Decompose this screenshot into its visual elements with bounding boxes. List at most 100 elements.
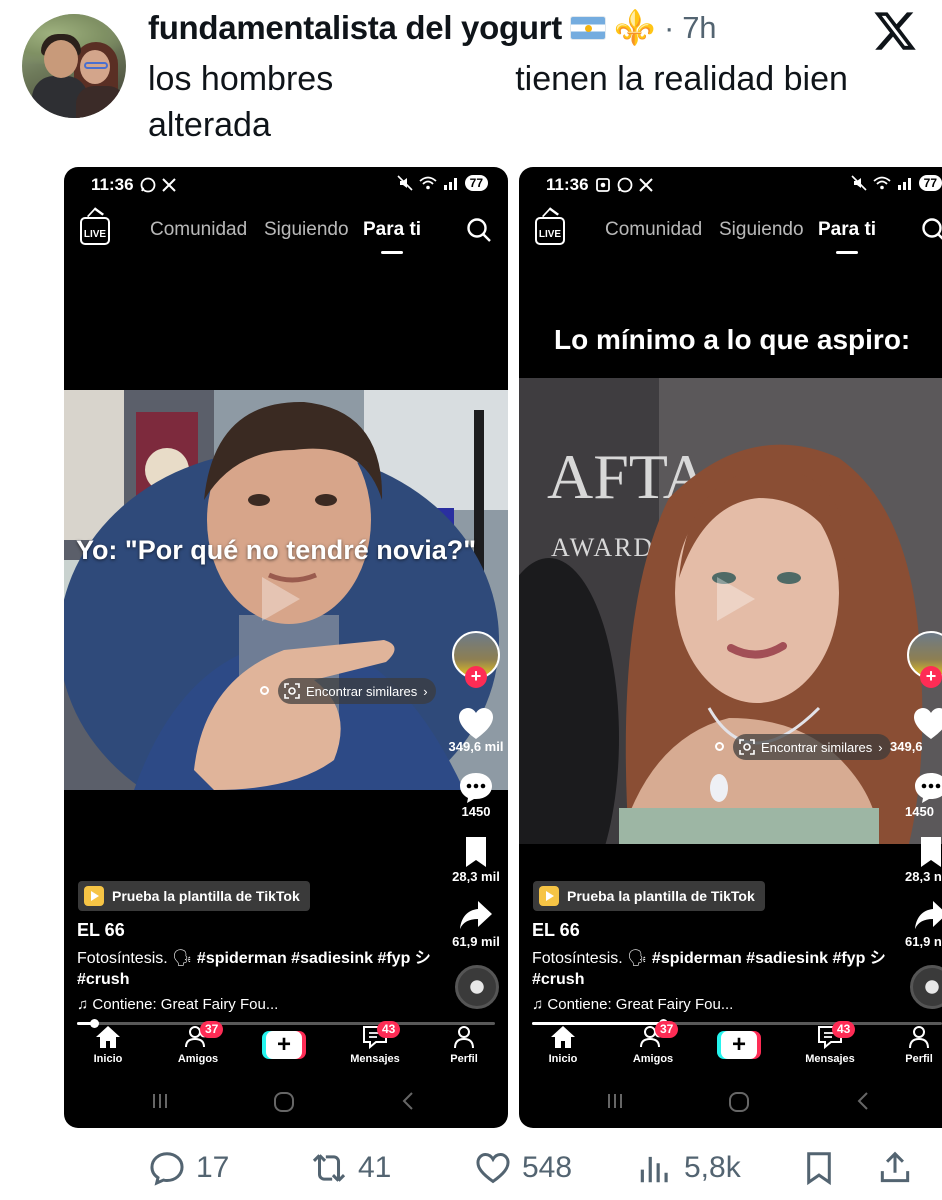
search-icon[interactable] — [921, 217, 942, 243]
reply-button[interactable]: 17 — [148, 1142, 229, 1194]
nav-messages[interactable]: Mensajes 43 — [335, 1021, 415, 1065]
video-caption-text: Yo: "Por qué no tendré novia?" — [75, 535, 477, 565]
find-similar-label: Encontrar similares — [761, 739, 873, 755]
tiktok-screenshot-right[interactable]: 11:36 77 LIVE Comunidad Siguiendo Para t… — [519, 167, 942, 1128]
music-info[interactable]: ♫ Contiene: Great Fairy Fou... — [532, 996, 733, 1013]
analytics-icon — [640, 1156, 668, 1183]
video-author[interactable]: EL 66 — [532, 920, 580, 941]
video-description: Fotosíntesis. 🗣 #spiderman #sadiesink #f… — [532, 948, 892, 990]
tab-siguiendo[interactable]: Siguiendo — [264, 219, 349, 241]
bookmark-button[interactable] — [800, 1142, 838, 1194]
nav-home[interactable]: Inicio — [68, 1025, 148, 1065]
plus-icon: + — [266, 1031, 302, 1059]
nav-home-label: Inicio — [548, 1053, 578, 1065]
create-button[interactable]: + — [717, 1031, 761, 1059]
tab-comunidad[interactable]: Comunidad — [150, 219, 247, 241]
play-icon[interactable] — [717, 577, 755, 621]
home-circle-icon[interactable] — [273, 1091, 295, 1113]
status-bar: 11:36 77 — [519, 167, 942, 201]
live-icon[interactable]: LIVE — [80, 217, 110, 245]
tiktok-screenshot-left[interactable]: 11:36 77 LIVE Comunidad Siguiendo Para t… — [64, 167, 508, 1128]
music-info[interactable]: ♫ Contiene: Great Fairy Fou... — [77, 996, 278, 1013]
nav-messages[interactable]: Mensajes 43 — [790, 1021, 870, 1065]
status-time: 11:36 — [546, 175, 589, 194]
home-circle-icon[interactable] — [728, 1091, 750, 1113]
saves-count: 28,3 mil — [452, 869, 500, 884]
tweet-text: los hombres tienen la realidad bien alter… — [148, 56, 908, 148]
x-logo-icon[interactable] — [872, 8, 918, 54]
avatar-glasses — [84, 62, 108, 69]
find-similar-label: Encontrar similares — [306, 683, 418, 699]
comments-count: 1450 — [905, 804, 934, 819]
template-icon — [84, 886, 104, 906]
views-button[interactable]: 5,8k — [636, 1142, 741, 1194]
share-icon[interactable] — [913, 899, 942, 933]
share-icon[interactable] — [458, 899, 494, 933]
whatsapp-icon — [617, 177, 632, 193]
battery-indicator: 77 — [918, 175, 942, 191]
comment-icon[interactable] — [458, 771, 494, 805]
system-navigation-bar — [64, 1087, 508, 1117]
comment-icon[interactable] — [913, 771, 942, 805]
find-similar-button[interactable]: Encontrar similares › — [278, 678, 436, 704]
template-button[interactable]: Prueba la plantilla de TikTok — [78, 881, 310, 911]
heart-icon[interactable] — [458, 707, 494, 741]
video-author[interactable]: EL 66 — [77, 920, 125, 941]
heart-icon[interactable] — [913, 707, 942, 741]
mute-icon — [851, 175, 867, 191]
home-icon — [551, 1026, 575, 1048]
bottom-navigation: Inicio Amigos 37 + Mensajes 43 Perfil — [519, 1021, 942, 1075]
nav-friends-label: Amigos — [177, 1053, 219, 1065]
tab-para-ti[interactable]: Para ti — [818, 219, 876, 254]
back-icon[interactable] — [855, 1091, 871, 1111]
messages-badge: 43 — [832, 1021, 856, 1038]
follow-plus-icon[interactable]: + — [920, 666, 942, 688]
recent-apps-icon[interactable] — [150, 1091, 170, 1111]
create-button[interactable]: + — [262, 1031, 306, 1059]
description-text: Fotosíntesis. 🗣 — [532, 950, 648, 967]
tab-para-ti[interactable]: Para ti — [363, 219, 421, 254]
bookmark-icon[interactable] — [458, 835, 494, 869]
music-disc-icon[interactable] — [455, 965, 499, 1009]
user-avatar[interactable] — [22, 14, 126, 118]
bottom-navigation: Inicio Amigos 37 + Mensajes 43 Perfil — [64, 1021, 508, 1075]
friends-badge: 37 — [200, 1021, 224, 1038]
like-button[interactable]: 548 — [474, 1142, 572, 1194]
retweet-count: 41 — [358, 1151, 392, 1184]
avatar-person-body — [76, 86, 126, 118]
nav-profile[interactable]: Perfil — [879, 1025, 942, 1065]
follow-plus-icon[interactable]: + — [465, 666, 487, 688]
description-text: Fotosíntesis. 🗣 — [77, 950, 193, 967]
indicator-dot — [260, 686, 269, 695]
template-button[interactable]: Prueba la plantilla de TikTok — [533, 881, 765, 911]
retweet-button[interactable]: 41 — [310, 1142, 391, 1194]
like-count: 548 — [522, 1151, 573, 1184]
shares-count: 61,9 mil — [452, 934, 500, 949]
tab-comunidad[interactable]: Comunidad — [605, 219, 702, 241]
nav-profile-label: Perfil — [905, 1053, 933, 1065]
tweet-timestamp[interactable]: · 7h — [664, 10, 717, 46]
nav-friends[interactable]: Amigos 37 — [158, 1021, 238, 1065]
search-icon[interactable] — [466, 217, 492, 243]
nav-friends[interactable]: Amigos 37 — [613, 1021, 693, 1065]
share-upload-icon — [880, 1151, 910, 1183]
nav-profile[interactable]: Perfil — [424, 1025, 504, 1065]
display-name[interactable]: fundamentalista del yogurt — [148, 9, 562, 47]
wifi-icon — [873, 176, 891, 190]
share-button[interactable] — [876, 1142, 914, 1194]
template-label: Prueba la plantilla de TikTok — [567, 888, 755, 904]
bookmark-icon[interactable] — [913, 835, 942, 869]
fleur-de-lis-icon: ⚜️ — [613, 9, 656, 47]
nav-home[interactable]: Inicio — [523, 1025, 603, 1065]
music-disc-icon[interactable] — [910, 965, 942, 1009]
play-icon[interactable] — [262, 577, 300, 621]
back-icon[interactable] — [400, 1091, 416, 1111]
status-bar: 11:36 77 — [64, 167, 508, 201]
recent-apps-icon[interactable] — [605, 1091, 625, 1111]
find-similar-button[interactable]: Encontrar similares › — [733, 734, 891, 760]
tab-siguiendo[interactable]: Siguiendo — [719, 219, 804, 241]
retweet-icon — [312, 1154, 346, 1182]
signal-icon — [897, 178, 911, 190]
live-icon[interactable]: LIVE — [535, 217, 565, 245]
likes-count: 349,6 — [890, 739, 923, 754]
